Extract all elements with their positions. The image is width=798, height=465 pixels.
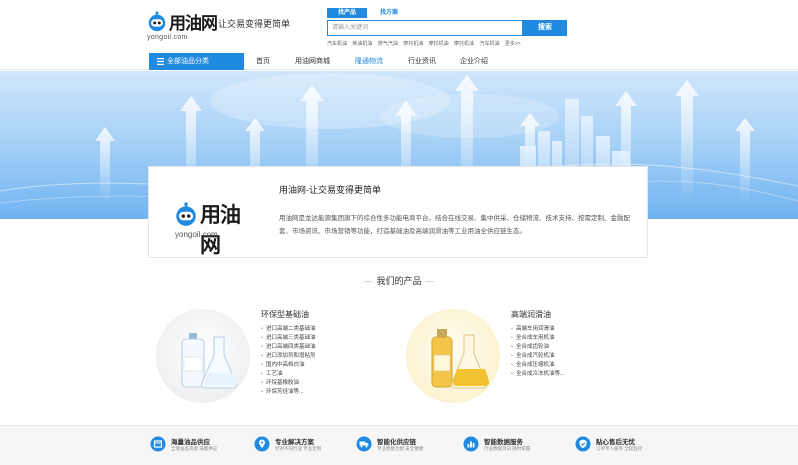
header-slogan: 让交易变得更简单 — [218, 19, 291, 29]
service-subtitle: 专业智能仓配 安全便捷 — [377, 446, 424, 451]
service-subtitle: 订单专人服务 全程监控 — [596, 446, 643, 451]
nav-item-logistics[interactable]: 隆通物流 — [355, 53, 383, 70]
list-item[interactable]: 全合成齿轮油 — [511, 343, 565, 352]
search-input[interactable]: 请输入关键词 — [327, 20, 523, 36]
product-list: 进口高端二类基础油 进口高端三类基础油 进口高端四类基础油 进口添加剂和增粘剂 … — [261, 325, 316, 397]
list-item[interactable]: 国内中高档白油 — [261, 361, 315, 370]
product-image-circle — [406, 309, 500, 403]
products-section-title: — 我们的产品 — — [0, 274, 798, 287]
nav-item-mall[interactable]: 用油网商城 — [295, 53, 330, 70]
search-button[interactable]: 搜索 — [523, 20, 567, 36]
service-subtitle: 针对不同行业 专业定制 — [275, 446, 322, 451]
intro-title: 用油网-让交易变得更简单 — [279, 185, 381, 195]
list-item[interactable]: 进口高端四类基础油 — [261, 343, 316, 352]
hotword-link[interactable]: 汽车机油 — [327, 41, 347, 47]
service-data[interactable]: 智能数据服务 行业数据资讯 随时掌握 — [463, 435, 573, 459]
nav-item-news[interactable]: 行业资讯 — [408, 53, 436, 70]
intro-brand-name: 用油网 — [200, 204, 241, 257]
truck-icon — [356, 436, 372, 452]
search-area: 找产品 找方案 请输入关键词 搜索 汽车机油 柴油机油 燃气汽油 摩托机油 摩托… — [327, 8, 567, 47]
service-subtitle: 全球油品资源 海量供应 — [171, 446, 218, 451]
service-supply[interactable]: 海量油品供应 全球油品资源 海量供应 — [150, 435, 260, 459]
list-item[interactable]: 进口高端二类基础油 — [261, 325, 316, 334]
title-dash-left: — — [363, 276, 373, 286]
list-item[interactable]: 全合成冷冻机油等... — [511, 370, 565, 379]
list-item[interactable]: 全合成汽轮机油 — [511, 352, 565, 361]
product-image-circle — [156, 309, 250, 403]
hotword-link[interactable]: 燃气汽油 — [378, 41, 398, 47]
service-title: 专业解决方案 — [275, 439, 314, 446]
list-item[interactable]: 进口添加剂和增粘剂 — [261, 352, 316, 361]
service-title: 智能化供应链 — [377, 439, 416, 446]
brand-domain: yongoil.com — [147, 34, 188, 41]
robot-mascot-icon — [148, 11, 166, 32]
tab-find-solutions[interactable]: 找方案 — [369, 8, 409, 18]
intro-logo: 用油网 yongoil.com — [173, 199, 257, 257]
list-item[interactable]: 全合成车用机油 — [511, 334, 565, 343]
site-header: 用油网 yongoil.com 让交易变得更简单 找产品 找方案 请输入关键词 … — [0, 0, 798, 50]
menu-icon — [157, 58, 164, 65]
service-solutions[interactable]: 专业解决方案 针对不同行业 专业定制 — [254, 435, 364, 459]
clear-oil-bottles-image — [181, 333, 238, 389]
list-item[interactable]: 高端车用润滑油 — [511, 325, 565, 334]
product-base-oil[interactable]: 环保型基础油 进口高端二类基础油 进口高端三类基础油 进口高端四类基础油 进口添… — [150, 303, 390, 413]
service-supply-chain[interactable]: 智能化供应链 专业智能仓配 安全便捷 — [356, 435, 466, 459]
brand-name: 用油网 — [169, 14, 218, 33]
main-nav: 全部油品分类 首页 用油网商城 隆通物流 行业资讯 企业介绍 — [0, 53, 798, 70]
hotword-link[interactable]: 摩托机油 — [403, 41, 423, 47]
site-logo[interactable]: 用油网 yongoil.com — [146, 9, 218, 41]
chart-icon — [463, 436, 479, 452]
list-item[interactable]: 环保芳烃油等... — [261, 388, 315, 397]
list-item[interactable]: 工艺油 — [261, 370, 315, 379]
hotword-link[interactable]: 摩托机油 — [429, 41, 449, 47]
title-dash-right: — — [425, 276, 435, 286]
more-hotwords-link[interactable]: 更多>> — [505, 41, 521, 47]
product-lubricant[interactable]: 高端润滑油 高端车用润滑油 全合成车用机油 全合成齿轮油 全合成汽轮机油 全合成… — [400, 303, 640, 413]
product-title[interactable]: 环保型基础油 — [261, 309, 309, 320]
hotword-link[interactable]: 柴油机油 — [352, 41, 372, 47]
list-item[interactable]: 环烷基橡胶油 — [261, 379, 315, 388]
intro-brand-domain: yongoil.com — [175, 230, 218, 239]
all-categories-label: 全部油品分类 — [167, 58, 209, 65]
search-tabs: 找产品 找方案 — [327, 8, 567, 18]
tab-find-products[interactable]: 找产品 — [327, 8, 367, 18]
product-list: 高端车用润滑油 全合成车用机油 全合成齿轮油 全合成汽轮机油 全合成压缩机油 全… — [511, 325, 565, 379]
service-title: 海量油品供应 — [171, 439, 210, 446]
intro-description: 用油网是龙达能源集团旗下的综合性多功能电商平台。结合在线交易、集中供采、仓储物流… — [279, 215, 630, 235]
service-subtitle: 行业数据资讯 随时掌握 — [484, 446, 531, 451]
service-after-sales[interactable]: 贴心售后无忧 订单专人服务 全程监控 — [575, 435, 685, 459]
service-title: 智能数据服务 — [484, 439, 523, 446]
products-title-text: 我们的产品 — [376, 276, 422, 286]
product-title[interactable]: 高端润滑油 — [511, 309, 551, 320]
hot-keywords: 汽车机油 柴油机油 燃气汽油 摩托机油 摩托机油 摩托机油 汽车机油 更多>> — [327, 40, 567, 47]
nav-item-home[interactable]: 首页 — [256, 53, 270, 70]
hotword-link[interactable]: 摩托机油 — [454, 41, 474, 47]
nav-item-about[interactable]: 企业介绍 — [460, 53, 488, 70]
intro-card: 用油网 yongoil.com 用油网-让交易变得更简单 用油网是龙达能源集团旗… — [148, 166, 648, 258]
location-icon — [254, 436, 270, 452]
shield-icon — [575, 436, 591, 452]
robot-mascot-icon — [176, 202, 196, 226]
service-title: 贴心售后无忧 — [596, 439, 635, 446]
box-icon — [150, 436, 166, 452]
golden-oil-bottles-image — [431, 329, 490, 389]
list-item[interactable]: 全合成压缩机油 — [511, 361, 565, 370]
hotword-link[interactable]: 汽车机油 — [479, 41, 499, 47]
services-bar: 海量油品供应 全球油品资源 海量供应 专业解决方案 针对不同行业 专业定制 智能… — [0, 425, 798, 465]
all-categories-button[interactable]: 全部油品分类 — [149, 53, 244, 70]
list-item[interactable]: 进口高端三类基础油 — [261, 334, 316, 343]
